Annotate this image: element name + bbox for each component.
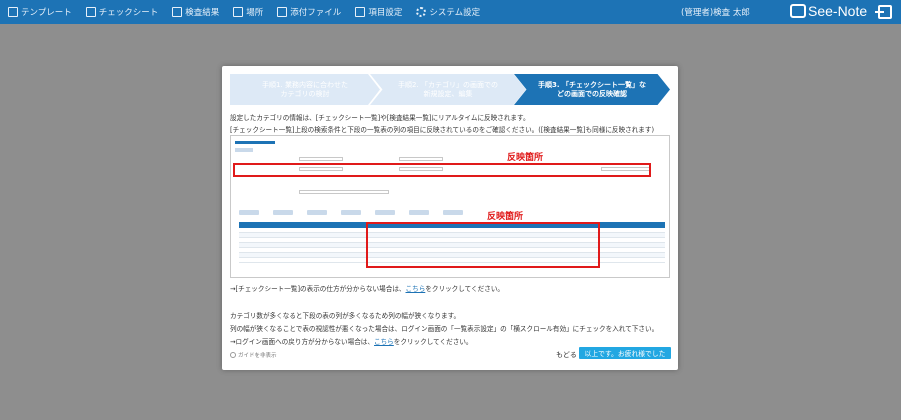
hide-guide-label: ガイドを非表示 (238, 353, 277, 359)
current-user[interactable]: (管理者)検査 太郎 (681, 6, 750, 18)
highlight-box-table (366, 222, 600, 268)
gear-icon (416, 7, 427, 17)
screenshot-field (299, 157, 343, 161)
nav-system-settings[interactable]: システム設定 (416, 6, 480, 18)
step-1-label: 手順1. 業務内容に合わせた カテゴリの検討 (262, 80, 348, 98)
nav-label: 検査結果 (185, 8, 220, 18)
nav-label: チェックシート (98, 8, 159, 18)
nav-attachments[interactable]: 添付ファイル (277, 6, 341, 18)
logout-icon[interactable] (875, 5, 892, 19)
screenshot-toggle (235, 148, 253, 152)
nav-location[interactable]: 場所 (233, 6, 263, 18)
screenshot-tool (443, 210, 463, 215)
screenshot-field (299, 190, 389, 194)
screenshot-tool (307, 210, 327, 215)
back-button[interactable]: もどる (556, 350, 577, 360)
info-line-1: 設定したカテゴリの情報は、[チェックシート一覧]や[検査結果一覧]にリアルタイム… (230, 114, 530, 122)
attachment-icon (277, 7, 288, 17)
checksheet-list-screenshot: 反映箇所 反映箇所 (230, 135, 670, 278)
highlight-label-search: 反映箇所 (507, 153, 544, 163)
document-icon (8, 7, 18, 17)
guide-link-login[interactable]: こちら (374, 338, 394, 346)
line6-prefix: →ログイン画面への戻り方が分からない場合は、 (230, 338, 374, 346)
radio-icon (230, 352, 236, 358)
hide-guide-toggle[interactable]: ガイドを非表示 (230, 351, 277, 359)
screenshot-toolbar (239, 210, 463, 216)
nav-label: システム設定 (429, 8, 481, 18)
done-button[interactable]: 以上です。お疲れ様でした (579, 347, 671, 359)
screenshot-tool (239, 210, 259, 215)
screenshot-tool (273, 210, 293, 215)
nav-label: 添付ファイル (290, 8, 342, 18)
step-indicator: 手順1. 業務内容に合わせた カテゴリの検討 手順2. 「カテゴリ」の画面での … (230, 74, 670, 105)
nav-template[interactable]: テンプレート (8, 6, 72, 18)
nav-results[interactable]: 検査結果 (172, 6, 219, 18)
info-line-3: →[チェックシート一覧]の表示の仕方が分からない場合は、こちらをクリックしてくだ… (230, 283, 504, 293)
nav-checksheet[interactable]: チェックシート (85, 6, 159, 18)
nav-item-settings[interactable]: 項目設定 (355, 6, 402, 18)
nav-label: 場所 (246, 8, 264, 18)
info-line-5: 列の幅が狭くなることで表の視認性が悪くなった場合は、ログイン画面の「一覧表示設定… (230, 325, 659, 333)
checksheet-icon (85, 7, 96, 17)
info-line-2: [チェックシート一覧]上段の検索条件と下段の一覧表の列の項目に反映されているのを… (230, 126, 655, 134)
step-1: 手順1. 業務内容に合わせた カテゴリの検討 (230, 74, 380, 105)
screenshot-header (235, 141, 275, 144)
main-nav: テンプレート チェックシート 検査結果 場所 添付ファイル 項目設定 システム設… (0, 0, 486, 24)
brand-name: See-Note (808, 3, 868, 19)
info-line-4: カテゴリ数が多くなると下段の表の列が多くなるため列の幅が狭くなります。 (230, 312, 461, 320)
highlight-box-search (233, 163, 651, 177)
line3-prefix: →[チェックシート一覧]の表示の仕方が分からない場合は、 (230, 285, 406, 293)
screenshot-tool (341, 210, 361, 215)
guide-link-checksheet[interactable]: こちら (406, 285, 426, 293)
step-2-label: 手順2. 「カテゴリ」の画面での 新規設定、編集 (398, 80, 498, 98)
building-icon (233, 7, 244, 17)
nav-label: テンプレート (21, 8, 72, 18)
result-icon (172, 7, 183, 17)
screenshot-tool (375, 210, 395, 215)
guide-modal: 手順1. 業務内容に合わせた カテゴリの検討 手順2. 「カテゴリ」の画面での … (222, 66, 678, 370)
step-3-active: 手順3. 「チェックシート一覧」な どの画面での反映確認 (514, 74, 670, 105)
brand-logo: See-Note (790, 3, 867, 19)
highlight-label-table: 反映箇所 (487, 212, 524, 222)
info-line-6: →ログイン画面への戻り方が分からない場合は、こちらをクリックしてください。 (230, 336, 473, 346)
screenshot-tool (409, 210, 429, 215)
book-icon (790, 4, 806, 18)
line6-suffix: をクリックしてください。 (393, 338, 473, 346)
line3-suffix: をクリックしてください。 (425, 285, 505, 293)
nav-label: 項目設定 (368, 8, 403, 18)
top-nav-bar: テンプレート チェックシート 検査結果 場所 添付ファイル 項目設定 システム設… (0, 0, 901, 24)
step-3-label: 手順3. 「チェックシート一覧」な どの画面での反映確認 (538, 80, 646, 98)
screenshot-field (399, 157, 443, 161)
step-2: 手順2. 「カテゴリ」の画面での 新規設定、編集 (370, 74, 526, 105)
settings-doc-icon (355, 7, 366, 17)
